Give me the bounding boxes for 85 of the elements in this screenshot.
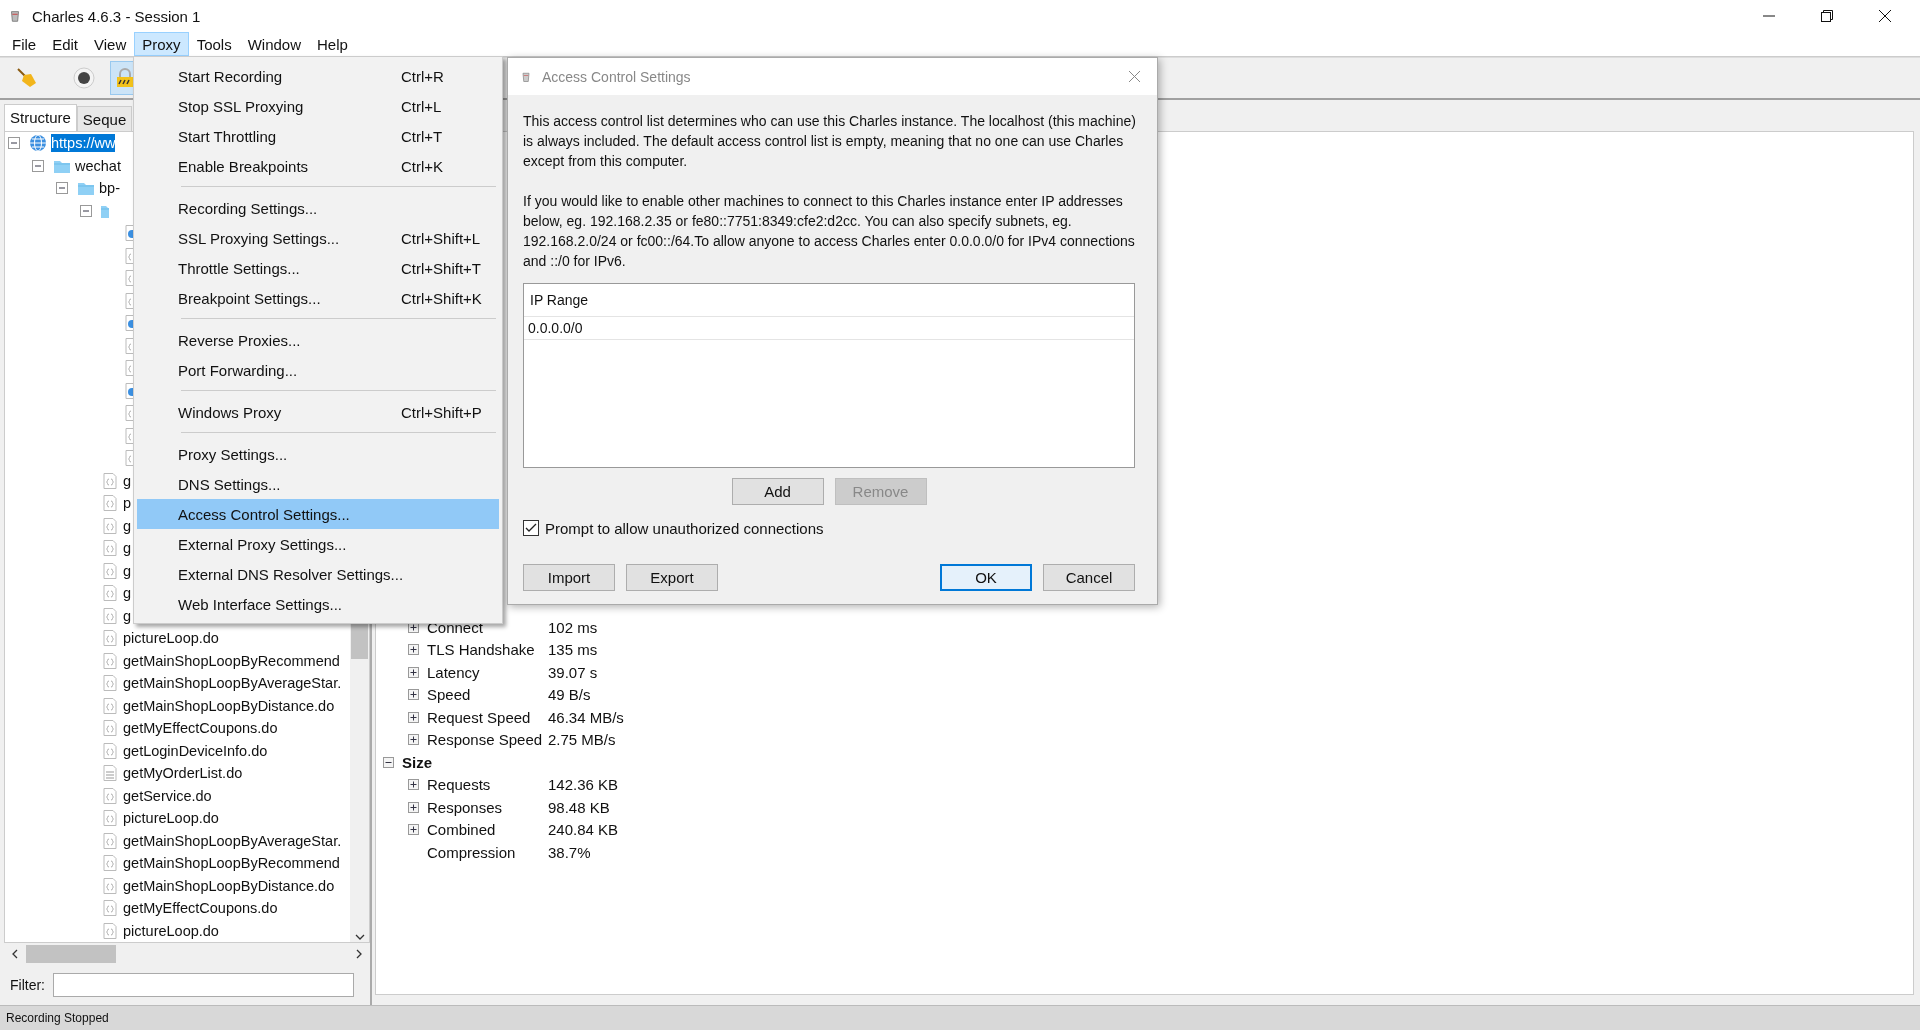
stat-label: Combined [427, 821, 497, 839]
menu-item[interactable]: Recording Settings... [137, 193, 499, 223]
menu-item[interactable]: File [4, 32, 45, 56]
tree-item[interactable]: bp- [99, 179, 120, 198]
tree-item[interactable]: getMyOrderList.do [123, 764, 243, 783]
stat-value: 142.36 KB [548, 776, 619, 794]
tree-item[interactable]: getMainShopLoopByRecommend [123, 854, 340, 873]
dialog-title: Access Control Settings [542, 68, 691, 85]
tree-item[interactable]: g [123, 584, 132, 603]
tree-item[interactable]: pictureLoop.do [123, 809, 219, 828]
menu-item[interactable]: Reverse Proxies... [137, 325, 499, 355]
tab[interactable]: Structure [4, 104, 77, 131]
menu-item[interactable]: Edit [44, 32, 87, 56]
tree-item[interactable]: getMainShopLoopByRecommend [123, 651, 340, 670]
stat-value: 2.75 MB/s [548, 731, 616, 749]
dialog-button[interactable]: OK [940, 564, 1032, 591]
menu-item[interactable]: Throttle Settings... Ctrl+Shift+T [137, 253, 499, 283]
tree-item[interactable]: https://ww [51, 134, 116, 153]
dialog-button[interactable]: Add [731, 478, 824, 505]
tree-item[interactable]: getService.do [123, 786, 212, 805]
menu-item[interactable]: Stop SSL Proxying Ctrl+L [137, 91, 499, 121]
stat-label: Responses [427, 798, 504, 816]
section-heading: Size [402, 753, 432, 771]
description-text: If you would like to enable other machines to connect to this Charles instance enter IP addresses below, eg. 192.168.2.35 or fe80::7751:8349:cfe2:d2cc. You can also specify subnets, eg. 192.168.2.0/24 or fc00::/64.To allow anyone to access Charles enter 0.0.0.0/0 for IPv4 connections and ::/0 for IPv6. [523, 192, 1136, 271]
menu-item[interactable]: External Proxy Settings... [137, 529, 499, 559]
tree-item[interactable]: getMyEffectCoupons.do [123, 899, 278, 918]
filter-label: Filter: [10, 977, 45, 993]
stat-label: Compression [427, 843, 517, 861]
menu-item[interactable]: DNS Settings... [137, 469, 499, 499]
menu-item[interactable]: SSL Proxying Settings... Ctrl+Shift+L [137, 223, 499, 253]
menu-item[interactable]: Proxy Settings... [137, 439, 499, 469]
stat-label: Latency [427, 663, 481, 681]
dialog-button[interactable]: Import [523, 564, 615, 591]
tree-item[interactable]: pictureLoop.do [123, 629, 219, 648]
menu-item[interactable]: Proxy [134, 32, 189, 56]
stat-value: 135 ms [548, 641, 598, 659]
stat-value: 39.07 s [548, 663, 598, 681]
stat-value: 38.7% [548, 843, 591, 861]
menu-item[interactable]: Port Forwarding... [137, 355, 499, 385]
stat-label: Speed [427, 686, 472, 704]
dialog-button[interactable]: Export [626, 564, 718, 591]
menu-item[interactable]: Web Interface Settings... [137, 589, 499, 619]
description-text: This access control list determines who can use this Charles instance. The localhost (this machine) is always included. The default access control list is empty, meaning that no one can use Charles except from this computer. [523, 112, 1137, 171]
dialog-button[interactable]: Cancel [1043, 564, 1135, 591]
tree-item[interactable]: g [123, 539, 132, 558]
status-bar: Recording Stopped [0, 1005, 1920, 1030]
menu-item[interactable]: Help [309, 32, 356, 56]
tree-item[interactable]: getMainShopLoopByAverageStar. [123, 831, 342, 850]
stat-value: 98.48 KB [548, 798, 610, 816]
menu-item[interactable]: Tools [188, 32, 240, 56]
menu-item[interactable]: Start Throttling Ctrl+T [137, 121, 499, 151]
tree-item[interactable]: g [123, 606, 132, 625]
tab[interactable]: Seque [76, 106, 133, 131]
checkbox-label: Prompt to allow unauthorized connections [545, 519, 824, 537]
stat-label: Request Speed [427, 708, 532, 726]
tree-item[interactable]: getLoginDeviceInfo.do [123, 741, 268, 760]
stat-label: Response Speed [427, 731, 544, 749]
menu-item[interactable]: View [86, 32, 135, 56]
tree-item[interactable]: g [123, 516, 132, 535]
menu-item[interactable]: Enable Breakpoints Ctrl+K [137, 151, 499, 181]
tree-item[interactable]: wechat [75, 156, 121, 175]
table-cell[interactable]: 0.0.0.0/0 [524, 317, 1134, 340]
window-title: Charles 4.6.3 - Session 1 [32, 7, 201, 25]
stat-value: 46.34 MB/s [548, 708, 624, 726]
tree-item[interactable]: getMainShopLoopByAverageStar. [123, 674, 342, 693]
stat-value: 240.84 KB [548, 821, 619, 839]
stat-label: Requests [427, 776, 492, 794]
tree-item[interactable]: pictureLoop.do [123, 921, 219, 940]
menu-item[interactable]: Start Recording Ctrl+R [137, 61, 499, 91]
menu-item[interactable]: Access Control Settings... [137, 499, 499, 529]
tree-item[interactable]: getMainShopLoopByDistance.do [123, 876, 335, 895]
menu-item[interactable]: Windows Proxy Ctrl+Shift+P [137, 397, 499, 427]
menu-item[interactable]: External DNS Resolver Settings... [137, 559, 499, 589]
tree-item[interactable]: g [123, 471, 132, 490]
stat-label: TLS Handshake [427, 641, 536, 659]
menu-item[interactable]: Window [239, 32, 309, 56]
stat-value: 102 ms [548, 618, 598, 636]
tree-item[interactable]: getMyEffectCoupons.do [123, 719, 278, 738]
tree-item[interactable]: g [123, 561, 132, 580]
menu-item[interactable]: Breakpoint Settings... Ctrl+Shift+K [137, 283, 499, 313]
tree-item[interactable]: p [123, 494, 132, 513]
column-header[interactable]: IP Range [524, 284, 1134, 317]
tree-item[interactable]: getMainShopLoopByDistance.do [123, 696, 335, 715]
stat-value: 49 B/s [548, 686, 591, 704]
stat-label: Connect [427, 618, 484, 636]
